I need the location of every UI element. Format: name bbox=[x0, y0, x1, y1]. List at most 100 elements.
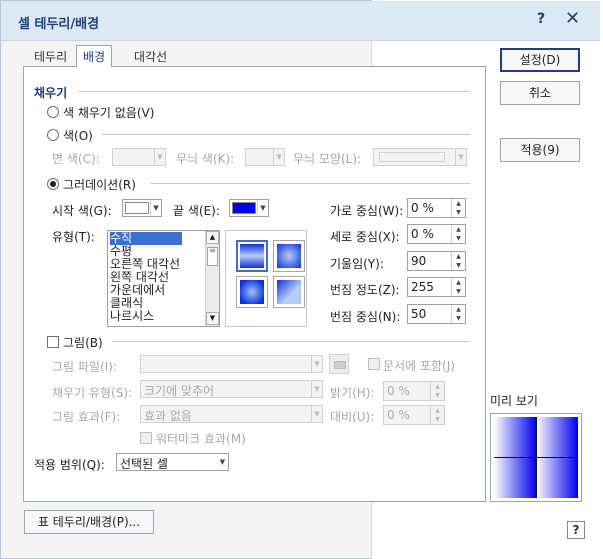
chevron-down-icon: ▼ bbox=[150, 200, 161, 216]
chevron-down-icon: ▼ bbox=[257, 200, 268, 216]
include-doc-checkbox[interactable] bbox=[368, 358, 380, 370]
blur-spinner[interactable]: 255 ▲ ▼ bbox=[407, 277, 466, 297]
scroll-down-icon[interactable]: ▼ bbox=[206, 312, 219, 325]
face-color-label: 면 색(C): bbox=[52, 152, 100, 166]
picture-file-label: 그림 파일(I): bbox=[52, 360, 117, 374]
pattern-shape-label: 무늬 모양(L): bbox=[293, 152, 362, 166]
square-swatch bbox=[240, 280, 264, 304]
list-item[interactable]: 나르시스 bbox=[110, 310, 154, 323]
h-center-spinner[interactable]: 0 % ▲ ▼ bbox=[407, 198, 466, 218]
scope-label: 적용 범위(Q): bbox=[34, 458, 105, 472]
start-color-swatch bbox=[125, 202, 149, 214]
gradation-divider bbox=[150, 183, 470, 184]
v-center-value: 0 % bbox=[411, 227, 434, 241]
scroll-thumb[interactable]: ≡ bbox=[207, 247, 218, 266]
gradation-type-list[interactable]: 수직 수평 오른쪽 대각선 왼쪽 대각선 가운데에서 클래식 나르시스 ▲ ≡ … bbox=[107, 230, 220, 327]
fill-type-value: 크기에 맞추어 bbox=[144, 384, 215, 398]
start-color-combo[interactable]: ▼ bbox=[122, 199, 162, 217]
v-center-label: 세로 중심(X): bbox=[330, 230, 400, 244]
picture-file-combo[interactable]: ▼ bbox=[140, 355, 323, 373]
fill-type-label: 채우기 유형(S): bbox=[52, 386, 133, 400]
scope-combo[interactable]: 선택된 셀 ▼ bbox=[116, 453, 229, 471]
pattern-shape-combo[interactable]: ▼ bbox=[373, 148, 467, 166]
spinner-arrows-icon[interactable]: ▲ ▼ bbox=[430, 406, 444, 424]
include-doc-label: 문서에 포함(J) bbox=[383, 359, 455, 373]
color-divider bbox=[102, 134, 470, 135]
tab-diagonal[interactable]: 대각선 bbox=[128, 46, 173, 67]
pattern-color-label: 무늬 색(K): bbox=[176, 152, 235, 166]
tab-background[interactable]: 배경 bbox=[76, 45, 113, 67]
folder-icon[interactable] bbox=[329, 354, 349, 374]
gradient-tile-linear[interactable] bbox=[236, 240, 268, 272]
spinner-arrows-icon[interactable]: ▲ ▼ bbox=[451, 305, 465, 323]
preview-v-line bbox=[536, 417, 537, 498]
spinner-arrows-icon[interactable]: ▲ ▼ bbox=[430, 382, 444, 400]
contrast-label: 대비(U): bbox=[330, 410, 375, 424]
no-fill-label: 색 채우기 없음(V) bbox=[63, 106, 155, 120]
watermark-label: 워터마크 효과(M) bbox=[156, 432, 246, 446]
watermark-checkbox[interactable] bbox=[140, 432, 152, 444]
blur-center-label: 번짐 중심(N): bbox=[330, 310, 401, 324]
table-border-button[interactable]: 표 테두리/배경(P)... bbox=[24, 510, 154, 534]
type-label: 유형(T): bbox=[52, 230, 95, 244]
spinner-arrows-icon[interactable]: ▲ ▼ bbox=[451, 252, 465, 270]
spinner-arrows-icon[interactable]: ▲ ▼ bbox=[451, 225, 465, 243]
cancel-button[interactable]: 취소 bbox=[500, 81, 580, 105]
fill-group-label: 채우기 bbox=[34, 86, 68, 100]
preview-box bbox=[490, 413, 582, 502]
fill-group-divider bbox=[78, 91, 470, 92]
scroll-up-icon[interactable]: ▲ bbox=[206, 231, 219, 244]
close-icon[interactable]: ✕ bbox=[565, 8, 580, 29]
preview-label: 미리 보기 bbox=[490, 394, 538, 408]
contrast-spinner[interactable]: 0 % ▲ ▼ bbox=[383, 405, 445, 425]
v-center-spinner[interactable]: 0 % ▲ ▼ bbox=[407, 224, 466, 244]
gradient-tile-square[interactable] bbox=[236, 276, 268, 308]
picture-divider bbox=[112, 341, 470, 342]
chevron-down-icon: ▼ bbox=[273, 149, 284, 165]
blur-center-spinner[interactable]: 50 ▲ ▼ bbox=[407, 304, 466, 324]
chevron-down-icon: ▼ bbox=[311, 356, 322, 372]
brightness-spinner[interactable]: 0 % ▲ ▼ bbox=[383, 381, 445, 401]
effect-value: 효과 없음 bbox=[144, 409, 192, 423]
tilt-spinner[interactable]: 90 ▲ ▼ bbox=[407, 251, 466, 271]
gradient-style-tiles bbox=[225, 230, 307, 327]
start-color-label: 시작 색(G): bbox=[52, 204, 112, 218]
dialog-title: 셀 테두리/배경 bbox=[18, 17, 100, 32]
gradation-radio[interactable] bbox=[47, 178, 59, 190]
apply-button[interactable]: 적용(9) bbox=[500, 138, 580, 162]
no-fill-radio[interactable] bbox=[47, 106, 59, 118]
color-radio[interactable] bbox=[47, 129, 59, 141]
face-color-combo[interactable]: ▼ bbox=[112, 148, 166, 166]
spinner-arrows-icon[interactable]: ▲ ▼ bbox=[451, 199, 465, 217]
brightness-label: 밝기(H): bbox=[330, 386, 375, 400]
tilt-value: 90 bbox=[411, 254, 427, 268]
end-color-combo[interactable]: ▼ bbox=[229, 199, 269, 217]
spinner-arrows-icon[interactable]: ▲ ▼ bbox=[451, 278, 465, 296]
fill-type-combo[interactable]: 크기에 맞추어 ▼ bbox=[140, 380, 323, 398]
pattern-color-combo[interactable]: ▼ bbox=[245, 148, 285, 166]
chevron-down-icon: ▼ bbox=[311, 406, 322, 422]
gradient-tile-radial[interactable] bbox=[273, 240, 305, 272]
chevron-down-icon: ▼ bbox=[154, 149, 165, 165]
chevron-down-icon: ▼ bbox=[219, 458, 226, 466]
end-color-label: 끝 색(E): bbox=[173, 204, 220, 218]
blur-label: 번짐 정도(Z): bbox=[330, 283, 400, 297]
tilt-label: 기울임(Y): bbox=[330, 257, 384, 271]
linear-swatch bbox=[240, 244, 264, 268]
diagonal-swatch bbox=[277, 280, 301, 304]
gradation-label: 그러데이션(R) bbox=[63, 178, 136, 192]
end-color-swatch bbox=[232, 202, 256, 214]
effect-combo[interactable]: 효과 없음 ▼ bbox=[140, 405, 323, 423]
list-scrollbar[interactable]: ▲ ≡ ▼ bbox=[205, 231, 219, 326]
help-icon[interactable]: ? bbox=[537, 11, 545, 27]
help-icon[interactable]: ? bbox=[567, 521, 585, 539]
ok-button[interactable]: 설정(D) bbox=[500, 48, 580, 72]
blur-value: 255 bbox=[411, 280, 434, 294]
pattern-preview bbox=[379, 152, 445, 162]
tab-border[interactable]: 테두리 bbox=[28, 46, 73, 67]
chevron-down-icon: ▼ bbox=[311, 381, 322, 397]
contrast-value: 0 % bbox=[387, 408, 410, 422]
radial-swatch bbox=[277, 244, 301, 268]
picture-checkbox[interactable] bbox=[47, 336, 59, 348]
gradient-tile-diagonal[interactable] bbox=[273, 276, 305, 308]
